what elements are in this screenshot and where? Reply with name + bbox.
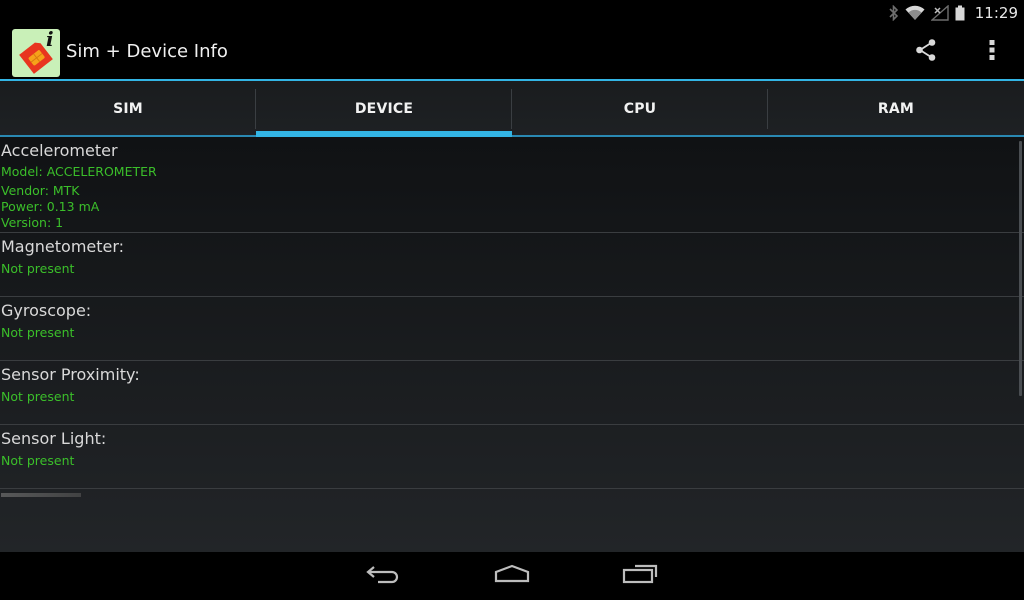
sensor-model: Model: ACCELEROMETER xyxy=(1,164,157,179)
signal-no-service-icon xyxy=(930,4,949,21)
list-item-gyroscope: Gyroscope: Not present xyxy=(0,297,1024,361)
recent-apps-button[interactable] xyxy=(616,560,664,592)
sensor-title: Sensor Proximity: xyxy=(1,365,140,384)
home-icon xyxy=(493,564,531,588)
sensor-vendor: Vendor: MTK xyxy=(1,183,80,198)
tab-sim[interactable]: SIM xyxy=(0,81,256,137)
overflow-menu-icon xyxy=(988,38,996,66)
status-clock: 11:29 xyxy=(974,3,1018,22)
list-item-light: Sensor Light: Not present xyxy=(0,425,1024,489)
list-item-magnetometer: Magnetometer: Not present xyxy=(0,233,1024,297)
status-bar: 11:29 xyxy=(0,0,1024,25)
bluetooth-icon xyxy=(889,4,899,21)
status-icons: 11:29 xyxy=(889,0,1024,25)
sensor-status: Not present xyxy=(1,453,75,468)
action-bar: i Sim + Device Info xyxy=(0,25,1024,79)
list-item-partial xyxy=(0,489,1024,497)
sensor-title: Sensor Light: xyxy=(1,429,107,448)
share-icon xyxy=(914,38,938,66)
list-item-proximity: Sensor Proximity: Not present xyxy=(0,361,1024,425)
scrollbar[interactable] xyxy=(1019,141,1022,396)
sensor-list[interactable]: Accelerometer Model: ACCELEROMETER Vendo… xyxy=(0,137,1024,552)
tab-bar: SIM DEVICE CPU RAM xyxy=(0,81,1024,137)
battery-icon xyxy=(955,5,965,21)
navigation-bar xyxy=(0,552,1024,600)
sensor-status: Not present xyxy=(1,261,75,276)
sensor-title: Gyroscope: xyxy=(1,301,92,320)
share-button[interactable] xyxy=(908,36,944,68)
sensor-status: Not present xyxy=(1,325,75,340)
tab-label: RAM xyxy=(877,101,915,117)
tab-label: CPU xyxy=(623,101,657,117)
tab-label: DEVICE xyxy=(354,101,414,117)
back-icon xyxy=(366,564,402,588)
app-title: Sim + Device Info xyxy=(66,41,228,62)
tab-cpu[interactable]: CPU xyxy=(512,81,768,137)
recent-apps-icon xyxy=(622,564,658,588)
list-item-accelerometer: Accelerometer Model: ACCELEROMETER Vendo… xyxy=(0,137,1024,233)
sensor-power: Power: 0.13 mA xyxy=(1,199,100,214)
clipped-text xyxy=(1,493,81,497)
home-button[interactable] xyxy=(488,560,536,592)
tab-device[interactable]: DEVICE xyxy=(256,81,512,137)
tab-ram[interactable]: RAM xyxy=(768,81,1024,137)
sensor-version: Version: 1 xyxy=(1,215,64,230)
overflow-menu-button[interactable] xyxy=(976,36,1008,68)
svg-text:i: i xyxy=(46,29,54,51)
sensor-title: Accelerometer xyxy=(1,141,118,160)
sensor-title: Magnetometer: xyxy=(1,237,125,256)
sim-card-info-icon[interactable]: i xyxy=(12,27,60,77)
wifi-icon xyxy=(905,5,925,21)
back-button[interactable] xyxy=(360,560,408,592)
sensor-status: Not present xyxy=(1,389,75,404)
tab-label: SIM xyxy=(113,101,143,117)
